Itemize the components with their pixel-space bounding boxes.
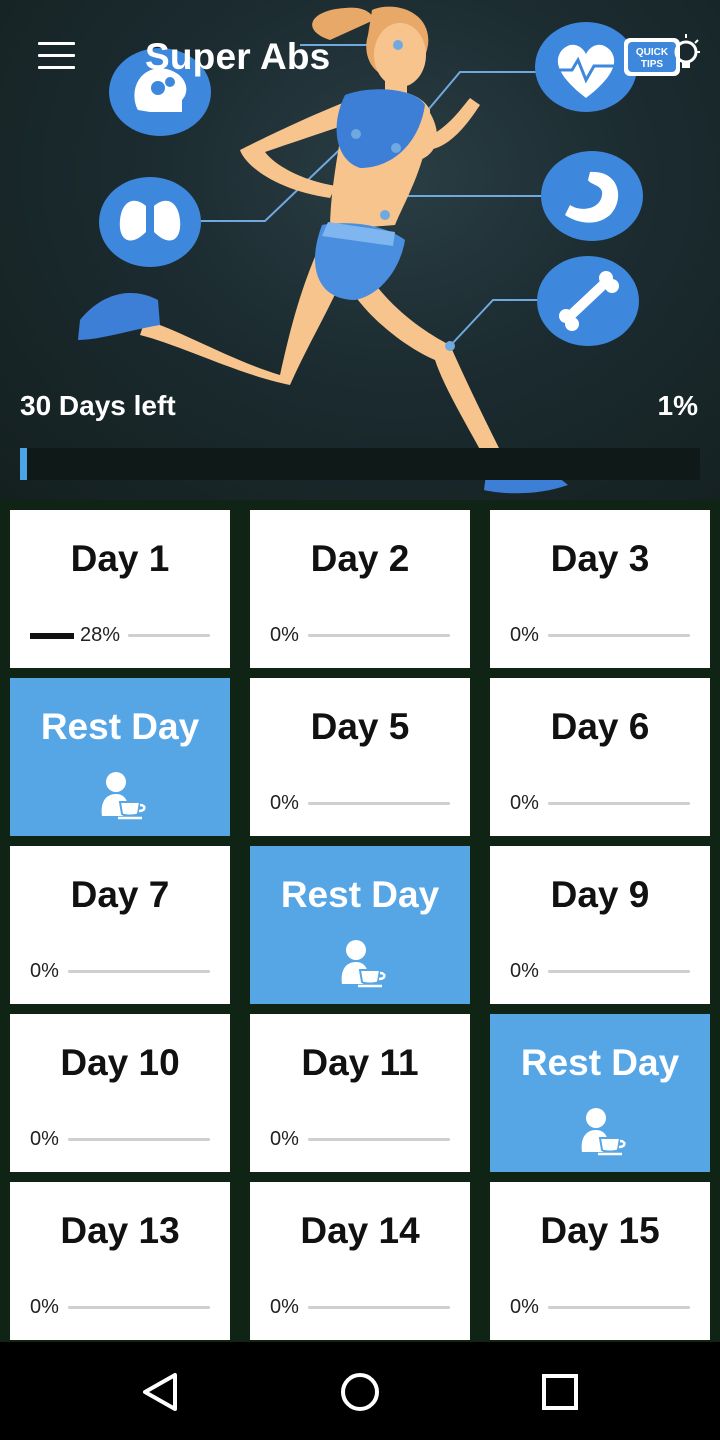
day-label: Rest Day (520, 1042, 680, 1083)
day-label: Day 6 (550, 706, 650, 747)
header-hero: Super Abs QUICK TIPS 30 Days left 1% (0, 0, 720, 500)
day-card[interactable]: Day 1 28% (10, 510, 230, 668)
day-progress-track (548, 970, 690, 973)
rest-coffee-icon (574, 1104, 626, 1156)
day-card[interactable]: Day 11 0% (250, 1014, 470, 1172)
tips-text-1: QUICK (636, 47, 669, 58)
app-title: Super Abs (145, 36, 331, 77)
day-card[interactable]: Day 10 0% (10, 1014, 230, 1172)
day-progress-track (68, 1138, 210, 1141)
day-label: Day 2 (310, 538, 410, 579)
day-progress-percent: 0% (30, 1128, 59, 1150)
rest-coffee-icon (334, 936, 386, 988)
day-label: Day 3 (550, 538, 650, 579)
system-navbar (0, 1342, 720, 1440)
day-progress-track (68, 970, 210, 973)
day-label: Rest Day (40, 706, 200, 747)
tips-text-2: TIPS (641, 59, 664, 70)
day-progress-percent: 0% (510, 624, 539, 646)
stomach-icon (541, 151, 643, 241)
day-progress-percent: 0% (270, 1128, 299, 1150)
day-progress-track (548, 634, 690, 637)
day-label: Day 5 (310, 706, 410, 747)
day-progress-percent: 0% (30, 1296, 59, 1318)
rest-day-card[interactable]: Rest Day (10, 678, 230, 836)
overall-progress-bar (20, 448, 700, 480)
day-label: Day 9 (550, 874, 650, 915)
day-label: Rest Day (280, 874, 440, 915)
day-progress-track (308, 802, 450, 805)
hamburger-menu-icon[interactable] (28, 30, 84, 80)
day-label: Day 11 (301, 1042, 419, 1083)
day-card[interactable]: Day 9 0% (490, 846, 710, 1004)
day-progress-track (68, 1306, 210, 1309)
day-label: Day 13 (60, 1210, 180, 1251)
recents-square-icon[interactable] (535, 1367, 585, 1417)
day-label: Day 15 (540, 1210, 660, 1251)
day-card[interactable]: Day 7 0% (10, 846, 230, 1004)
home-circle-icon[interactable] (335, 1367, 385, 1417)
day-progress-percent: 0% (270, 624, 299, 646)
day-progress-percent: 0% (270, 1296, 299, 1318)
day-label: Day 7 (70, 874, 170, 915)
day-card[interactable]: Day 13 0% (10, 1182, 230, 1340)
rest-day-card[interactable]: Rest Day (250, 846, 470, 1004)
bone-icon (537, 256, 639, 346)
day-card[interactable]: Day 3 0% (490, 510, 710, 668)
days-left-label: 30 Days left (20, 390, 176, 421)
day-label: Day 14 (300, 1210, 420, 1251)
day-progress-percent: 0% (270, 792, 299, 814)
day-progress-percent: 0% (510, 960, 539, 982)
day-progress-track (308, 634, 450, 637)
day-grid: Day 1 28% Day 2 0% Day 3 0% Rest Day Day 5 0% Day… (0, 500, 720, 1342)
day-progress-track (308, 1138, 450, 1141)
overall-progress-fill (20, 448, 27, 480)
day-progress-track (128, 634, 210, 637)
day-label: Day 10 (60, 1042, 180, 1083)
day-progress-track (308, 1306, 450, 1309)
day-label: Day 1 (70, 538, 170, 579)
day-progress-percent: 0% (510, 1296, 539, 1318)
day-card[interactable]: Day 5 0% (250, 678, 470, 836)
day-progress-percent: 0% (510, 792, 539, 814)
day-card[interactable]: Day 14 0% (250, 1182, 470, 1340)
day-card[interactable]: Day 15 0% (490, 1182, 710, 1340)
day-progress-fill (30, 633, 74, 639)
overall-percent: 1% (657, 390, 698, 421)
day-card[interactable]: Day 6 0% (490, 678, 710, 836)
rest-coffee-icon (94, 768, 146, 820)
rest-day-card[interactable]: Rest Day (490, 1014, 710, 1172)
runner-illustration (78, 6, 643, 494)
day-progress-track (548, 1306, 690, 1309)
day-progress-track (548, 802, 690, 805)
day-progress-percent: 0% (30, 960, 59, 982)
quick-tips-lightbulb-icon[interactable]: QUICK TIPS (620, 28, 702, 88)
day-card[interactable]: Day 2 0% (250, 510, 470, 668)
lungs-icon (99, 177, 201, 267)
back-triangle-icon[interactable] (135, 1367, 185, 1417)
day-progress-percent: 28% (80, 624, 121, 646)
